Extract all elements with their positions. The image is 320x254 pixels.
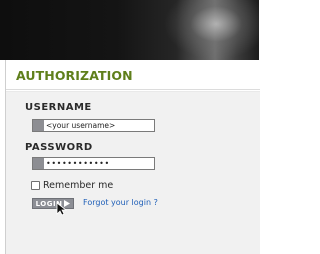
panel-title: AUTHORIZATION — [6, 60, 260, 90]
top-banner — [0, 0, 259, 60]
username-value[interactable]: <your username> — [44, 120, 115, 131]
username-label: USERNAME — [25, 102, 92, 113]
password-label: PASSWORD — [25, 142, 93, 153]
remember-me-label[interactable]: Remember me — [43, 180, 113, 191]
mouse-pointer-icon — [56, 202, 68, 216]
banner-highlight — [164, 0, 259, 60]
login-form — [6, 91, 260, 254]
field-accent — [33, 158, 44, 169]
remember-me[interactable]: Remember me — [31, 179, 113, 191]
password-field[interactable]: •••••••••••• — [32, 157, 155, 170]
remember-me-checkbox[interactable] — [31, 180, 40, 190]
username-field[interactable]: <your username> — [32, 119, 155, 132]
password-value[interactable]: •••••••••••• — [44, 158, 110, 169]
field-accent — [33, 120, 44, 131]
forgot-login-link[interactable]: Forgot your login ? — [83, 198, 158, 207]
